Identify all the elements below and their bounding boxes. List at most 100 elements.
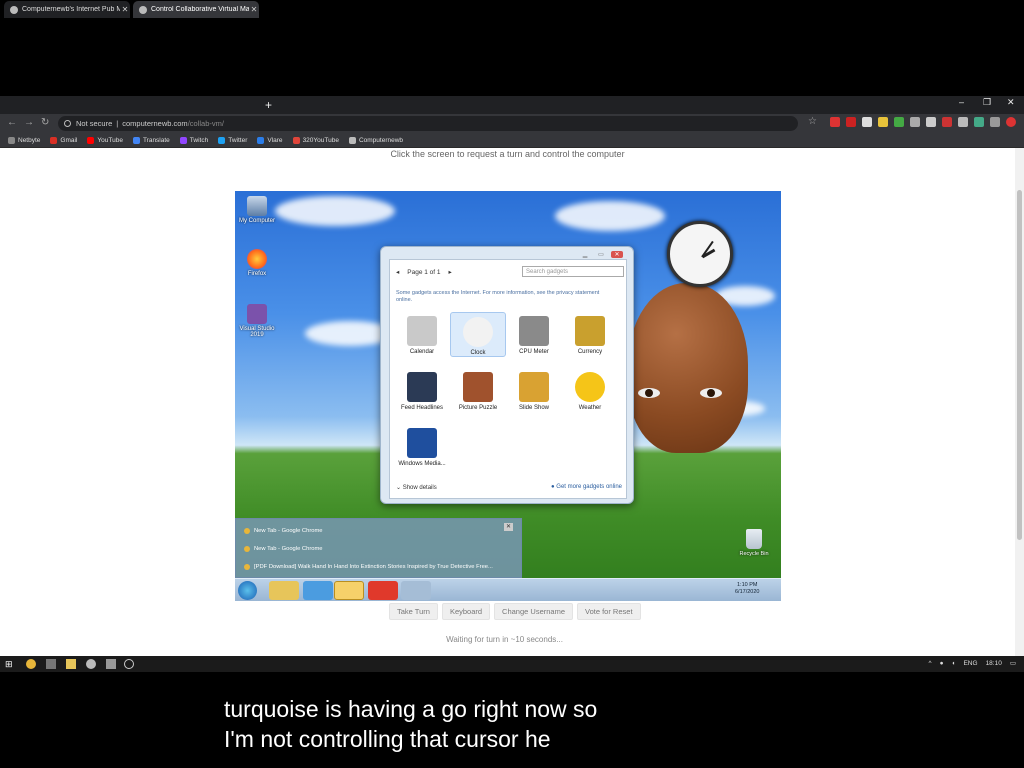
close-icon[interactable]: ✕ xyxy=(611,251,623,258)
gadget-tile[interactable]: Picture Puzzle xyxy=(450,368,506,411)
language-indicator[interactable]: ENG xyxy=(963,660,977,667)
app-icon[interactable] xyxy=(46,659,56,669)
get-more-gadgets-link[interactable]: ● Get more gadgets online xyxy=(551,484,622,491)
gadget-tile[interactable]: Slide Show xyxy=(506,368,562,411)
maximize-icon[interactable]: ▭ xyxy=(595,251,607,258)
gadget-tile[interactable]: Weather xyxy=(562,368,618,411)
vm-screen[interactable]: My Computer Firefox Visual Studio 2019 ▁ xyxy=(235,191,781,601)
clock-gadget[interactable] xyxy=(667,221,733,287)
restore-button[interactable]: ❐ xyxy=(983,97,991,108)
instruction-text: Click the screen to request a turn and c… xyxy=(390,149,625,159)
recycle-bin-icon[interactable]: Recycle Bin xyxy=(737,529,771,557)
keyboard-button[interactable]: Keyboard xyxy=(441,603,491,620)
profile-avatar[interactable] xyxy=(1006,117,1016,127)
bookmark-item[interactable]: Translate xyxy=(132,136,170,144)
extension-icon[interactable] xyxy=(942,117,952,127)
bookmark-item[interactable]: Twitch xyxy=(179,136,208,144)
extension-icon[interactable] xyxy=(830,117,840,127)
tray-clock[interactable]: 18:10 xyxy=(986,660,1002,667)
bookmark-item[interactable]: YouTube xyxy=(87,136,123,144)
bookmark-item[interactable]: Gmail xyxy=(50,136,78,144)
bookmark-star-icon[interactable]: ☆ xyxy=(808,116,817,127)
jump-list-item[interactable]: New Tab - Google Chrome xyxy=(244,546,323,552)
gadget-tile[interactable]: Windows Media... xyxy=(394,424,450,467)
mic-icon[interactable]: ● xyxy=(940,660,944,667)
extension-icon[interactable] xyxy=(926,117,936,127)
screen: { "browser": { "tabs": [ {"label": "Comp… xyxy=(0,0,1024,768)
take-turn-button[interactable]: Take Turn xyxy=(389,603,438,620)
back-icon[interactable]: ← xyxy=(7,117,17,128)
gadget-tile[interactable]: Clock xyxy=(450,312,506,357)
gadget-label: Calendar xyxy=(409,349,435,355)
gadget-tile[interactable]: Currency xyxy=(562,312,618,355)
scroll-thumb[interactable] xyxy=(1017,190,1022,540)
extension-icon[interactable] xyxy=(878,117,888,127)
forward-icon[interactable]: → xyxy=(24,117,34,128)
search-gadgets-input[interactable]: Search gadgets xyxy=(522,266,624,277)
video-caption: turquoise is having a go right now so I'… xyxy=(224,696,598,752)
explorer-taskbar-button[interactable] xyxy=(269,581,299,600)
app-icon[interactable] xyxy=(86,659,96,669)
firefox-icon[interactable]: Firefox xyxy=(235,249,279,277)
extension-icon[interactable] xyxy=(974,117,984,127)
jump-list-item[interactable]: New Tab - Google Chrome xyxy=(244,528,323,534)
bookmark-item[interactable]: Vlare xyxy=(257,136,283,144)
extension-icon[interactable] xyxy=(894,117,904,127)
close-icon[interactable]: ✕ xyxy=(504,523,513,531)
windows-start-icon[interactable]: ⊞ xyxy=(5,659,15,669)
gadget-tile[interactable]: Calendar xyxy=(394,312,450,355)
notification-icon[interactable]: ▭ xyxy=(1010,659,1016,667)
extension-icon[interactable] xyxy=(846,117,856,127)
bookmark-item[interactable]: Twitter xyxy=(218,136,248,144)
face-image xyxy=(628,283,748,453)
change-username-button[interactable]: Change Username xyxy=(494,603,573,620)
vm-clock[interactable]: 1:10 PM 6/17/2020 xyxy=(735,582,759,596)
speaker-icon[interactable]: ◖ xyxy=(952,660,956,667)
taskbar-jump-list: ✕ New Tab - Google Chrome New Tab - Goog… xyxy=(235,518,522,578)
visual-studio-icon[interactable]: Visual Studio 2019 xyxy=(235,304,279,338)
app-taskbar-button[interactable] xyxy=(368,581,398,600)
security-label: Not secure xyxy=(76,119,113,128)
tab-computernewb[interactable]: Computernewb's Internet Pub M ✕ xyxy=(4,1,130,18)
info-icon[interactable] xyxy=(64,120,71,127)
obs-icon[interactable] xyxy=(124,659,134,669)
extension-icon[interactable] xyxy=(862,117,872,127)
tab-collab-vm[interactable]: Control Collaborative Virtual Ma ✕ xyxy=(133,1,259,18)
minimize-button[interactable]: – xyxy=(959,97,964,107)
gadget-label: CPU Meter xyxy=(519,349,549,355)
folder-icon[interactable] xyxy=(66,659,76,669)
bookmark-label: Twitter xyxy=(228,136,248,144)
show-details-button[interactable]: ⌄ Show details xyxy=(396,484,437,491)
gadget-icon xyxy=(575,316,605,346)
gadget-tile[interactable]: Feed Headlines xyxy=(394,368,450,411)
ie-taskbar-button[interactable] xyxy=(303,581,333,600)
vm-controls: Take Turn Keyboard Change Username Vote … xyxy=(389,603,641,620)
vm-taskbar: 1:10 PM 6/17/2020 xyxy=(235,578,781,601)
close-window-button[interactable]: ✕ xyxy=(1007,97,1015,108)
chrome-icon[interactable] xyxy=(26,659,36,669)
address-bar[interactable]: Not secure | computernewb.com /collab-vm… xyxy=(58,116,798,131)
chevron-up-icon[interactable]: ^ xyxy=(929,660,932,667)
bookmark-item[interactable]: Netbyte xyxy=(8,136,40,144)
bookmark-label: Gmail xyxy=(60,136,78,144)
my-computer-icon[interactable]: My Computer xyxy=(235,196,279,224)
steam-icon[interactable] xyxy=(106,659,116,669)
start-button[interactable] xyxy=(238,581,257,600)
close-tab-icon[interactable]: ✕ xyxy=(249,5,259,14)
computer-taskbar-button[interactable] xyxy=(401,581,431,600)
extension-icon[interactable] xyxy=(990,117,1000,127)
close-tab-icon[interactable]: ✕ xyxy=(120,5,130,14)
extension-icon[interactable] xyxy=(910,117,920,127)
chrome-taskbar-button[interactable] xyxy=(334,581,364,600)
prev-page-icon[interactable]: ◂ xyxy=(396,268,399,276)
extension-icon[interactable] xyxy=(958,117,968,127)
bookmark-item[interactable]: 320YouTube xyxy=(292,136,339,144)
vote-reset-button[interactable]: Vote for Reset xyxy=(577,603,641,620)
jump-list-item[interactable]: [PDF Download] Walk Hand In Hand Into Ex… xyxy=(244,564,493,570)
new-tab-button[interactable]: + xyxy=(265,98,272,112)
reload-icon[interactable]: ↻ xyxy=(41,117,49,128)
bookmark-item[interactable]: Computernewb xyxy=(348,136,403,144)
next-page-icon[interactable]: ▸ xyxy=(449,268,452,276)
gadget-tile[interactable]: CPU Meter xyxy=(506,312,562,355)
minimize-icon[interactable]: ▁ xyxy=(579,251,591,258)
